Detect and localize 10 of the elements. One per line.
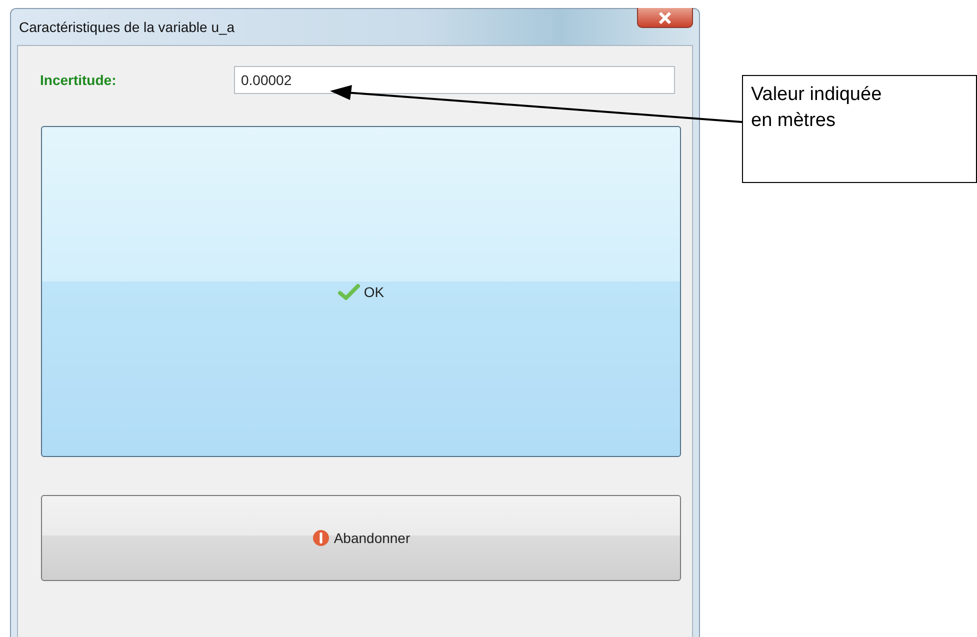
window-title: Caractéristiques de la variable u_a <box>18 19 235 35</box>
ok-button[interactable]: OK <box>41 126 681 457</box>
cancel-button[interactable]: Abandonner <box>41 495 681 581</box>
callout-text: Valeur indiquée en mètres <box>742 75 977 183</box>
input-field[interactable]: 0.00002 <box>234 66 675 94</box>
field-label: Incertitude: <box>40 72 118 88</box>
checkmark-icon <box>338 284 360 300</box>
close-icon <box>658 12 672 24</box>
close-button[interactable] <box>637 8 693 28</box>
warning-icon <box>312 529 330 547</box>
